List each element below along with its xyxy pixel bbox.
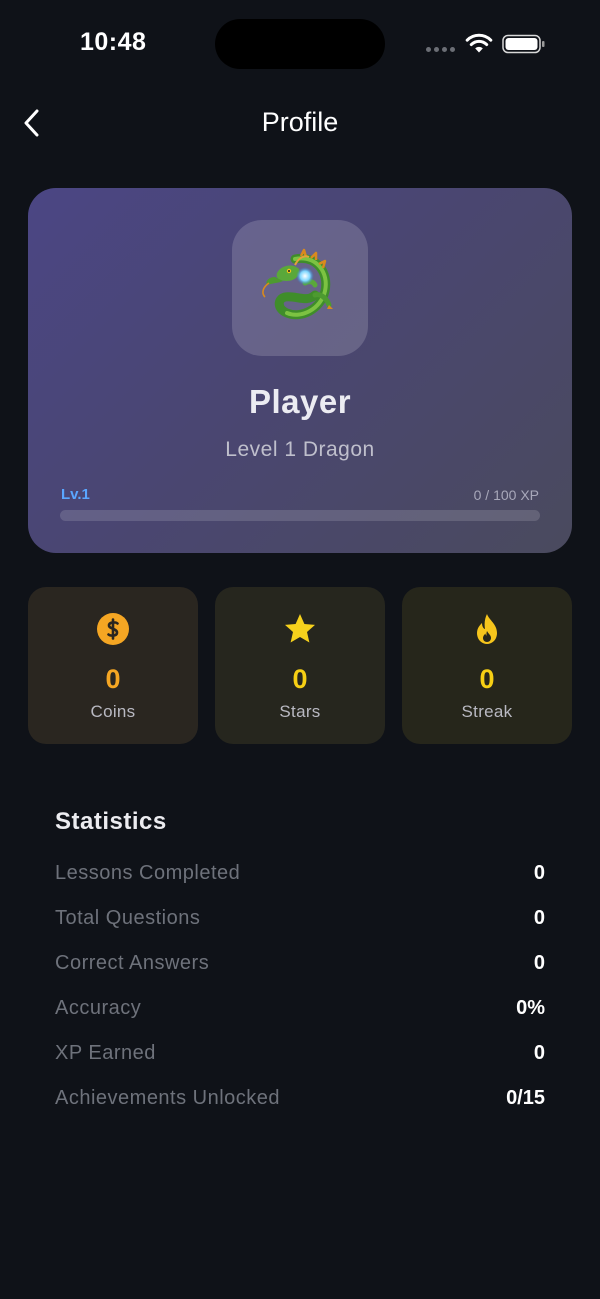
stat-value: 0% [516, 997, 545, 1019]
stat-label: Correct Answers [55, 952, 210, 974]
stat-row-accuracy: Accuracy 0% [55, 997, 545, 1042]
status-time: 10:48 [80, 28, 147, 56]
streak-label: Streak [461, 702, 513, 721]
coin-icon [97, 613, 129, 645]
stars-tile[interactable]: 0 Stars [215, 587, 385, 744]
stars-value: 0 [292, 664, 308, 694]
stat-row-xp-earned: XP Earned 0 [55, 1042, 545, 1087]
battery-icon [502, 34, 545, 54]
stat-value: 0/15 [506, 1087, 545, 1109]
stat-value: 0 [533, 907, 545, 929]
stat-value: 0 [533, 1042, 545, 1064]
level-badge: Lv.1 [61, 486, 90, 503]
stat-label: Total Questions [55, 907, 201, 929]
page-title: Profile [261, 107, 339, 137]
stat-row-total-questions: Total Questions 0 [55, 907, 545, 952]
flame-icon [477, 614, 497, 644]
xp-progress-bar [60, 510, 540, 521]
stat-value: 0 [533, 952, 545, 974]
streak-value: 0 [479, 664, 495, 694]
stat-row-correct-answers: Correct Answers 0 [55, 952, 545, 997]
coins-value: 0 [105, 664, 121, 694]
stat-label: Accuracy [55, 997, 142, 1019]
wifi-icon [465, 33, 493, 53]
stat-label: Lessons Completed [55, 862, 241, 884]
coins-tile[interactable]: 0 Coins [28, 587, 198, 744]
streak-tile[interactable]: 0 Streak [402, 587, 572, 744]
coins-label: Coins [90, 702, 136, 721]
stat-label: XP Earned [55, 1042, 156, 1064]
dragon-icon [262, 248, 333, 320]
xp-progress-text: 0 / 100 XP [473, 487, 539, 503]
stat-label: Achievements Unlocked [55, 1087, 281, 1109]
dynamic-island [215, 19, 385, 69]
cellular-signal-icon [426, 47, 455, 52]
star-icon [285, 614, 315, 643]
player-name: Player [248, 383, 352, 420]
avatar[interactable] [232, 220, 368, 356]
statistics-list: Lessons Completed 0 Total Questions 0 Co… [55, 862, 545, 1132]
status-bar: 10:48 [0, 0, 600, 90]
stat-row-lessons-completed: Lessons Completed 0 [55, 862, 545, 907]
stat-value: 0 [533, 862, 545, 884]
stat-row-achievements-unlocked: Achievements Unlocked 0/15 [55, 1087, 545, 1132]
nav-header: Profile [0, 95, 600, 155]
player-level: Level 1 Dragon [225, 438, 375, 461]
stars-label: Stars [279, 702, 321, 721]
profile-card: Player Level 1 Dragon Lv.1 0 / 100 XP [28, 188, 572, 553]
statistics-title: Statistics [55, 808, 167, 835]
